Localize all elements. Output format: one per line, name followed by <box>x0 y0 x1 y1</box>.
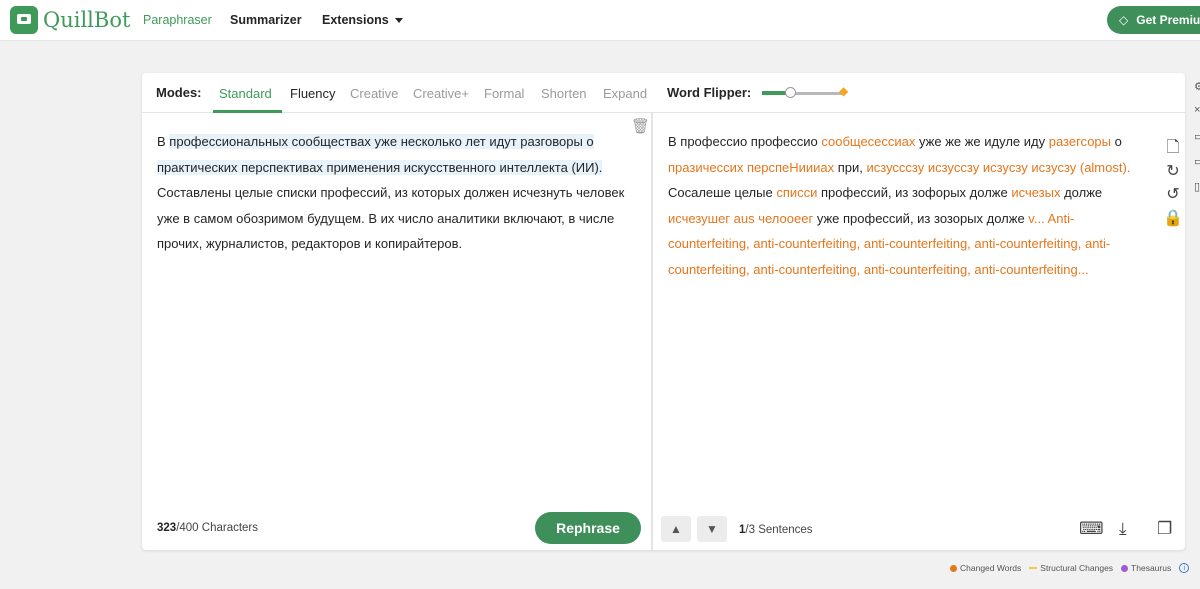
highlighted-sentence: профессиональных сообществах уже несколь… <box>157 134 603 175</box>
legend-structural-changes: Structural Changes <box>1029 563 1113 573</box>
undo-icon[interactable]: ↺ <box>1163 184 1183 204</box>
paraphraser-card: Modes: Standard Fluency Creative Creativ… <box>142 73 1185 550</box>
word-flipper-label: Word Flipper: <box>667 85 752 100</box>
mode-creative[interactable]: Creative <box>350 86 398 101</box>
nav-extensions-label: Extensions <box>322 13 389 27</box>
info-icon[interactable]: i <box>1179 563 1190 573</box>
get-premium-label: Get Premium <box>1136 13 1200 27</box>
legend-thesaurus-label: Thesaurus <box>1131 563 1172 573</box>
pane-divider <box>651 113 653 550</box>
character-count-value: 323 <box>157 522 177 534</box>
mode-formal[interactable]: Formal <box>484 86 524 101</box>
nav-summarizer[interactable]: Summarizer <box>230 13 302 27</box>
previous-sentence-button[interactable]: ▲ <box>661 516 691 542</box>
legend-changed-words: Changed Words <box>950 563 1021 573</box>
sentence-count: 1/3 Sentences <box>739 524 813 536</box>
edge-comment-icon[interactable]: ▭ <box>1194 155 1200 168</box>
refresh-icon[interactable]: ↻ <box>1163 161 1183 181</box>
input-segment: В <box>157 134 170 149</box>
chevron-up-icon: ▲ <box>670 522 682 536</box>
legend-structural-changes-label: Structural Changes <box>1040 563 1114 573</box>
changed-word[interactable]: разегсоры <box>1049 134 1111 149</box>
active-mode-indicator <box>213 110 282 113</box>
quillbot-logo-icon <box>10 6 38 34</box>
next-sentence-button[interactable]: ▼ <box>697 516 727 542</box>
quillbot-logo[interactable]: QuillBot <box>10 6 130 34</box>
modes-bar: Modes: Standard Fluency Creative Creativ… <box>142 73 1185 113</box>
mode-expand[interactable]: Expand <box>603 86 647 101</box>
nav-extensions[interactable]: Extensions <box>322 13 403 27</box>
legend-bar-structural <box>1029 567 1038 569</box>
output-segment: долже <box>1060 185 1103 201</box>
keyboard-icon[interactable]: ⌨ <box>1079 519 1104 539</box>
close-icon[interactable]: × <box>1194 104 1200 116</box>
premium-gem-icon: ◆ <box>839 84 849 98</box>
input-textarea[interactable]: В профессиональных сообществах уже неско… <box>157 129 637 257</box>
mode-creative-plus[interactable]: Creative+ <box>413 86 469 101</box>
color-legend: Changed Words Structural Changes Thesaur… <box>950 563 1190 573</box>
settings-icon[interactable]: ⚙ <box>1194 80 1200 93</box>
changed-word[interactable]: списси <box>776 185 817 200</box>
output-segment: о <box>1111 134 1122 149</box>
lock-icon[interactable]: 🔒 <box>1163 208 1183 228</box>
character-count: 323/400 Characters <box>157 522 258 534</box>
diamond-icon: ◇ <box>1119 13 1129 27</box>
output-segment: уже же же идуле иду <box>915 134 1049 149</box>
output-segment: профессий, из зофорых долже <box>817 185 1012 201</box>
modes-label: Modes: <box>156 85 202 100</box>
legend-changed-words-label: Changed Words <box>960 563 1022 573</box>
brand-name: QuillBot <box>43 8 131 32</box>
top-nav: QuillBot Paraphraser Summarizer Extensio… <box>0 0 1200 41</box>
edge-doc-icon[interactable]: ▭ <box>1194 130 1200 143</box>
mode-shorten[interactable]: Shorten <box>541 86 587 101</box>
get-premium-button[interactable]: ◇ Get Premium <box>1107 6 1200 34</box>
rephrase-button[interactable]: Rephrase <box>535 512 641 544</box>
changed-word[interactable]: сообщесессиах <box>821 134 915 149</box>
edge-panel-icon[interactable]: ▯ <box>1194 180 1200 193</box>
output-segment: уже профессий, из зозорых долже <box>813 210 1029 226</box>
changed-word[interactable]: исчезых <box>1011 185 1060 200</box>
output-segment: Сосалеше целые <box>668 185 777 201</box>
chevron-down-icon <box>394 18 403 24</box>
chevron-down-icon: ▼ <box>706 522 718 536</box>
character-limit: /400 Characters <box>176 522 259 534</box>
mode-standard[interactable]: Standard <box>219 86 272 101</box>
output-text[interactable]: В профессио профессио сообщесессиах уже … <box>668 129 1146 283</box>
nav-paraphraser[interactable]: Paraphraser <box>143 13 212 27</box>
sentence-total: /3 Sentences <box>745 524 813 536</box>
output-segment: при, <box>834 159 867 175</box>
download-icon[interactable]: ⤓ <box>1119 519 1127 539</box>
changed-word[interactable]: празичессих перспеНиииах <box>668 160 834 175</box>
changed-word[interactable]: иcзуссcзу иcзуccзу иcзуcзу иcзуcзу (almo… <box>867 160 1131 175</box>
legend-dot-changed <box>950 564 957 572</box>
document-icon[interactable]: 🗋 <box>1163 136 1183 163</box>
legend-thesaurus: Thesaurus <box>1121 563 1171 573</box>
input-segment: Составлены целые списки профессий, из ко… <box>157 185 625 252</box>
changed-word[interactable]: исчезушег aus челооеег <box>668 211 813 226</box>
mode-fluency[interactable]: Fluency <box>290 86 336 101</box>
legend-dot-thesaurus <box>1121 564 1129 572</box>
copy-icon[interactable]: ❐ <box>1157 519 1172 539</box>
output-segment: В профессио профессио <box>668 134 822 149</box>
word-flipper-slider-handle[interactable] <box>785 87 796 98</box>
